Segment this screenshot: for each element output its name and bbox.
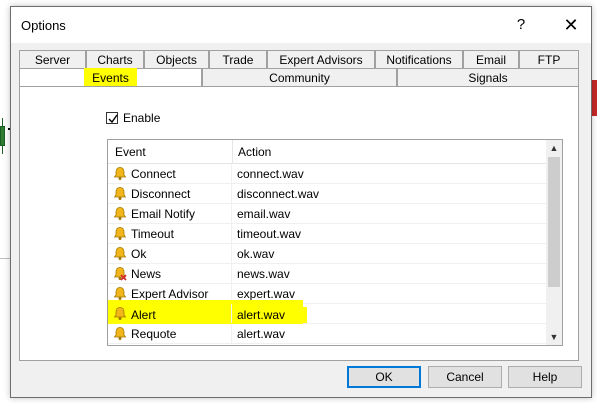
tab-ftp[interactable]: FTP [519,50,579,68]
bell-icon [113,207,127,220]
help-title-button[interactable]: ? [506,13,536,37]
table-row[interactable]: Alert alert.wav [108,300,546,324]
column-divider[interactable] [232,140,233,163]
event-cell[interactable]: Alert [108,304,232,323]
bell-icon [113,187,127,200]
event-cell[interactable]: Email Notify [108,204,232,223]
action-filename: expert.wav [237,287,296,301]
tab-server[interactable]: Server [19,50,86,68]
events-table: Event Action Connect connect.wav Disconnec… [107,139,563,346]
tab-signals[interactable]: Signals [397,68,579,86]
event-name: Timeout [131,227,174,241]
bell-icon [113,307,127,320]
tab-events[interactable]: Events [19,68,202,88]
table-row[interactable]: Ok ok.wav [108,244,546,264]
checkmark-icon [108,114,118,124]
action-filename: alert.wav [237,327,286,341]
title-bar: Options ? ✕ [11,7,591,43]
ok-button[interactable]: OK [347,366,421,388]
action-filename: email.wav [237,207,291,221]
action-cell[interactable]: news.wav [233,264,546,283]
tab-label: Server [34,53,71,67]
action-filename: ok.wav [237,247,275,261]
tab-label: Objects [156,53,197,67]
table-row[interactable]: Connect connect.wav [108,164,546,184]
action-filename: timeout.wav [237,227,302,241]
event-name: News [131,267,162,281]
column-header-event[interactable]: Event [115,145,146,159]
table-row[interactable]: Timeout timeout.wav [108,224,546,244]
event-name: Connect [131,167,176,181]
tab-label: Trade [222,53,254,67]
tab-expert-advisors[interactable]: Expert Advisors [267,50,375,68]
action-cell[interactable]: connect.wav [233,164,546,183]
tab-label: Email [475,53,506,67]
event-name: Disconnect [131,187,191,201]
action-cell[interactable]: disconnect.wav [233,184,546,203]
enable-label: Enable [123,111,161,125]
table-row[interactable]: Email Notify email.wav [108,204,546,224]
tab-label: Signals [468,71,508,85]
event-cell[interactable]: Ok [108,244,232,263]
action-cell[interactable]: alert.wav [233,304,546,323]
help-button[interactable]: Help [508,366,582,388]
action-cell[interactable]: email.wav [233,204,546,223]
event-cell[interactable]: Timeout [108,224,232,243]
tab-community[interactable]: Community [202,68,397,86]
bell-icon [113,227,127,240]
bell-disabled-icon [113,267,127,281]
enable-checkbox[interactable] [106,112,118,124]
tab-objects[interactable]: Objects [144,50,209,68]
event-cell[interactable]: News [108,264,232,283]
scroll-up-icon[interactable]: ▲ [546,140,562,156]
action-cell[interactable]: alert.wav [233,324,546,343]
tab-label: Notifications [386,53,452,67]
event-name: Expert Advisor [131,287,209,301]
table-header: Event Action [108,140,546,164]
event-cell[interactable]: Connect [108,164,232,183]
action-filename: news.wav [237,267,290,281]
bell-icon [113,247,127,260]
action-filename: disconnect.wav [237,187,320,201]
bell-icon [113,167,127,180]
event-name: Requote [131,327,177,341]
tab-label: Community [269,71,330,85]
table-row[interactable]: Disconnect disconnect.wav [108,184,546,204]
table-row[interactable]: Requote alert.wav [108,324,546,344]
tab-notifications[interactable]: Notifications [375,50,463,68]
cancel-button[interactable]: Cancel [428,366,502,388]
candle-green [0,126,5,146]
tab-label: FTP [537,53,561,67]
event-name: Ok [131,247,147,261]
background-chart-area [0,0,10,403]
action-filename: connect.wav [237,167,304,181]
bell-icon [113,327,127,340]
action-filename: alert.wav [233,307,308,323]
bell-icon [113,287,127,300]
table-row[interactable]: News news.wav [108,264,546,284]
action-cell[interactable]: timeout.wav [233,224,546,243]
scroll-down-icon[interactable]: ▼ [546,329,562,345]
tab-email[interactable]: Email [463,50,519,68]
options-dialog: Options ? ✕ Server Charts Objects Trade … [10,6,592,398]
tab-label: Expert Advisors [279,53,363,67]
column-header-action[interactable]: Action [238,145,271,159]
chart-gridline [0,258,10,259]
event-cell[interactable]: Disconnect [108,184,232,203]
event-name: Alert [129,307,186,323]
tab-charts[interactable]: Charts [86,50,144,68]
tab-label: Charts [97,53,133,67]
event-name: Email Notify [131,207,196,221]
vertical-scrollbar[interactable]: ▲ ▼ [546,140,562,345]
scroll-thumb[interactable] [548,157,560,287]
event-cell[interactable]: Requote [108,324,232,343]
tab-label: Events [84,68,137,88]
tab-trade[interactable]: Trade [209,50,267,68]
action-cell[interactable]: ok.wav [233,244,546,263]
close-icon[interactable]: ✕ [556,13,586,37]
window-title: Options [21,18,66,33]
